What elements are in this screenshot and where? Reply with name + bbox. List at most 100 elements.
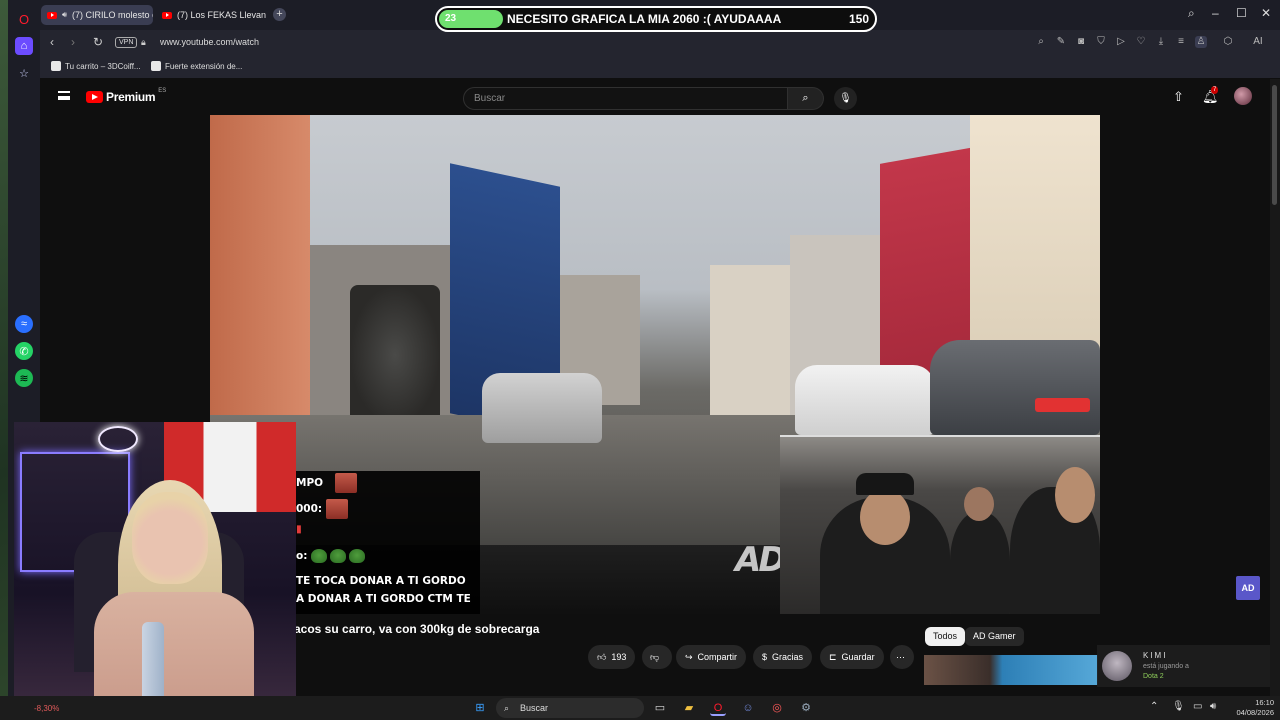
chip-all[interactable]: Todos xyxy=(925,627,966,646)
vpn-badge[interactable]: VPN xyxy=(115,37,138,48)
task-view-icon[interactable]: ▭ xyxy=(652,700,668,716)
maximize-button[interactable]: ☐ xyxy=(1236,6,1247,20)
cap xyxy=(856,473,914,495)
more-actions-button[interactable]: ⋯ xyxy=(890,645,914,669)
thanks-button[interactable]: $ Gracias xyxy=(753,645,813,669)
opera-logo-icon[interactable]: O xyxy=(15,10,33,28)
donation-message: NECESITO GRAFICA LA MIA 2060 :( AYUDAAAA xyxy=(507,12,782,26)
emote-icon xyxy=(334,473,357,493)
tab-label: (7) CIRILO molesto co xyxy=(72,10,153,20)
taskbar-search[interactable]: Buscar xyxy=(496,698,644,718)
menu-lines-icon[interactable]: ≡ xyxy=(1175,36,1187,48)
upload-icon[interactable]: ⇧ xyxy=(1173,89,1184,105)
shield-icon[interactable]: ⛉ xyxy=(1095,36,1107,48)
thumbs-down-icon: 👎︎ xyxy=(650,651,660,662)
chat-line: MPO xyxy=(296,473,357,493)
opera-icon[interactable]: O xyxy=(710,700,726,716)
lock-icon[interactable]: 🔒︎ xyxy=(141,37,146,48)
speed-dial-icon[interactable]: ☆ xyxy=(15,64,33,82)
bookmark-icon: ⊏ xyxy=(829,651,837,662)
heart-icon[interactable]: ♡ xyxy=(1135,36,1147,48)
youtube-logo[interactable]: Premium ES xyxy=(86,88,166,104)
settings-icon[interactable]: ⚙ xyxy=(798,700,814,716)
avatar xyxy=(1102,651,1132,681)
premium-label: Premium xyxy=(106,90,156,104)
donation-goal: 150 xyxy=(848,12,869,26)
scrollbar-thumb[interactable] xyxy=(1272,85,1277,205)
video-frame-car xyxy=(482,373,602,443)
system-clock[interactable]: 16:10 04/08/2026 xyxy=(1230,698,1274,718)
edit-icon[interactable]: ✎ xyxy=(1055,36,1067,48)
search-tabs-icon[interactable]: ⌕ xyxy=(1188,6,1195,21)
friend-activity-popup[interactable]: KIMI está jugando a Dota 2 xyxy=(1097,645,1278,687)
volume-icon[interactable]: 🔊︎ xyxy=(1210,701,1216,712)
tab-cirilo[interactable]: 🔊︎ (7) CIRILO molesto co xyxy=(41,5,153,25)
tab-fekas[interactable]: (7) Los FEKAS Llevan com xyxy=(156,5,268,25)
thanks-icon: $ xyxy=(762,652,768,662)
discord-icon[interactable]: ☺ xyxy=(740,700,756,716)
play-icon[interactable]: ▷ xyxy=(1115,36,1127,48)
extensions-icon[interactable]: ⬡ xyxy=(1222,36,1234,48)
video-frame-car xyxy=(930,340,1100,435)
app-icon[interactable]: ◎ xyxy=(769,700,785,716)
windows-start-icon[interactable]: ⊞ xyxy=(472,700,488,716)
forward-button[interactable]: › xyxy=(71,35,75,49)
reload-button[interactable]: ↻ xyxy=(93,35,103,49)
emote-icon xyxy=(325,499,348,519)
profile-icon[interactable]: ♙ xyxy=(1195,36,1207,48)
bookmark-label: Tu carrito – 3DCoiff... xyxy=(65,61,141,71)
avatar[interactable] xyxy=(1234,87,1252,105)
recommended-thumbnail[interactable] xyxy=(924,655,1098,685)
clock-time: 16:10 xyxy=(1255,698,1274,707)
channel-badge-icon[interactable]: AD xyxy=(1236,576,1260,600)
home-icon[interactable]: ⌂ xyxy=(15,37,33,55)
back-button[interactable]: ‹ xyxy=(50,35,54,49)
minimize-button[interactable]: – xyxy=(1212,6,1219,20)
like-button[interactable]: 👍︎ 193 xyxy=(588,645,636,669)
youtube-favicon-icon xyxy=(47,11,57,19)
chat-line: TE TOCA DONAR A TI GORDO xyxy=(296,575,466,587)
download-icon[interactable]: ⤓ xyxy=(1155,36,1167,48)
spotify-icon[interactable]: ≋ xyxy=(15,369,33,387)
friend-name: KIMI xyxy=(1143,651,1168,660)
streamer-webcam xyxy=(14,422,296,708)
channel-watermark: AD xyxy=(735,540,787,580)
chip-ad-gamer[interactable]: AD Gamer xyxy=(965,627,1024,646)
share-button[interactable]: ↪ Compartir xyxy=(676,645,747,669)
thanks-label: Gracias xyxy=(772,652,804,662)
pepe-emote-icon xyxy=(349,549,366,563)
chat-text: MPO xyxy=(296,477,324,489)
camera-icon[interactable]: ◙ xyxy=(1075,36,1087,48)
network-icon[interactable]: ▭ xyxy=(1193,701,1202,712)
search-button[interactable]: ⌕ xyxy=(788,87,824,110)
tray-chevron-icon[interactable]: ⌃ xyxy=(1150,701,1158,712)
bookmark-item[interactable]: Tu carrito – 3DCoiff... xyxy=(51,61,141,71)
stock-stat[interactable]: -8,30% xyxy=(34,704,59,713)
bookmark-favicon-icon xyxy=(51,61,61,71)
person xyxy=(950,512,1010,614)
youtube-favicon-icon xyxy=(162,11,172,19)
facecam-inset xyxy=(780,435,1100,614)
video-frame-car xyxy=(795,365,935,435)
whatsapp-icon[interactable]: ✆ xyxy=(15,342,33,360)
menu-icon[interactable] xyxy=(58,91,70,100)
friend-game: Dota 2 xyxy=(1143,673,1164,680)
chat-line: A DONAR A TI GORDO CTM TE xyxy=(296,593,471,605)
address-bar: ‹ › ↻ VPN 🔒︎ www.youtube.com/watch ⌕ ✎ ◙… xyxy=(40,30,1280,56)
page-scrollbar[interactable] xyxy=(1270,79,1280,700)
mic-icon[interactable]: 🎙︎ xyxy=(1172,701,1185,712)
search-input[interactable] xyxy=(464,88,787,109)
new-tab-button[interactable]: + xyxy=(273,8,286,21)
dislike-button[interactable]: 👎︎ xyxy=(642,645,672,669)
file-explorer-icon[interactable]: ▰ xyxy=(681,700,697,716)
messenger-icon[interactable]: ≈ xyxy=(15,315,33,333)
close-button[interactable]: ✕ xyxy=(1261,6,1271,20)
voice-search-button[interactable]: 🎙︎ xyxy=(834,87,857,110)
save-button[interactable]: ⊏ Guardar xyxy=(820,645,884,669)
url-field[interactable]: www.youtube.com/watch xyxy=(160,37,259,47)
bookmarks-bar: Tu carrito – 3DCoiff... Fuerte extensión… xyxy=(40,56,1280,78)
zoom-icon[interactable]: ⌕ xyxy=(1035,36,1047,48)
youtube-play-icon xyxy=(86,91,103,103)
ai-button[interactable]: AI xyxy=(1243,36,1273,48)
bookmark-item[interactable]: Fuerte extensión de... xyxy=(151,61,242,71)
